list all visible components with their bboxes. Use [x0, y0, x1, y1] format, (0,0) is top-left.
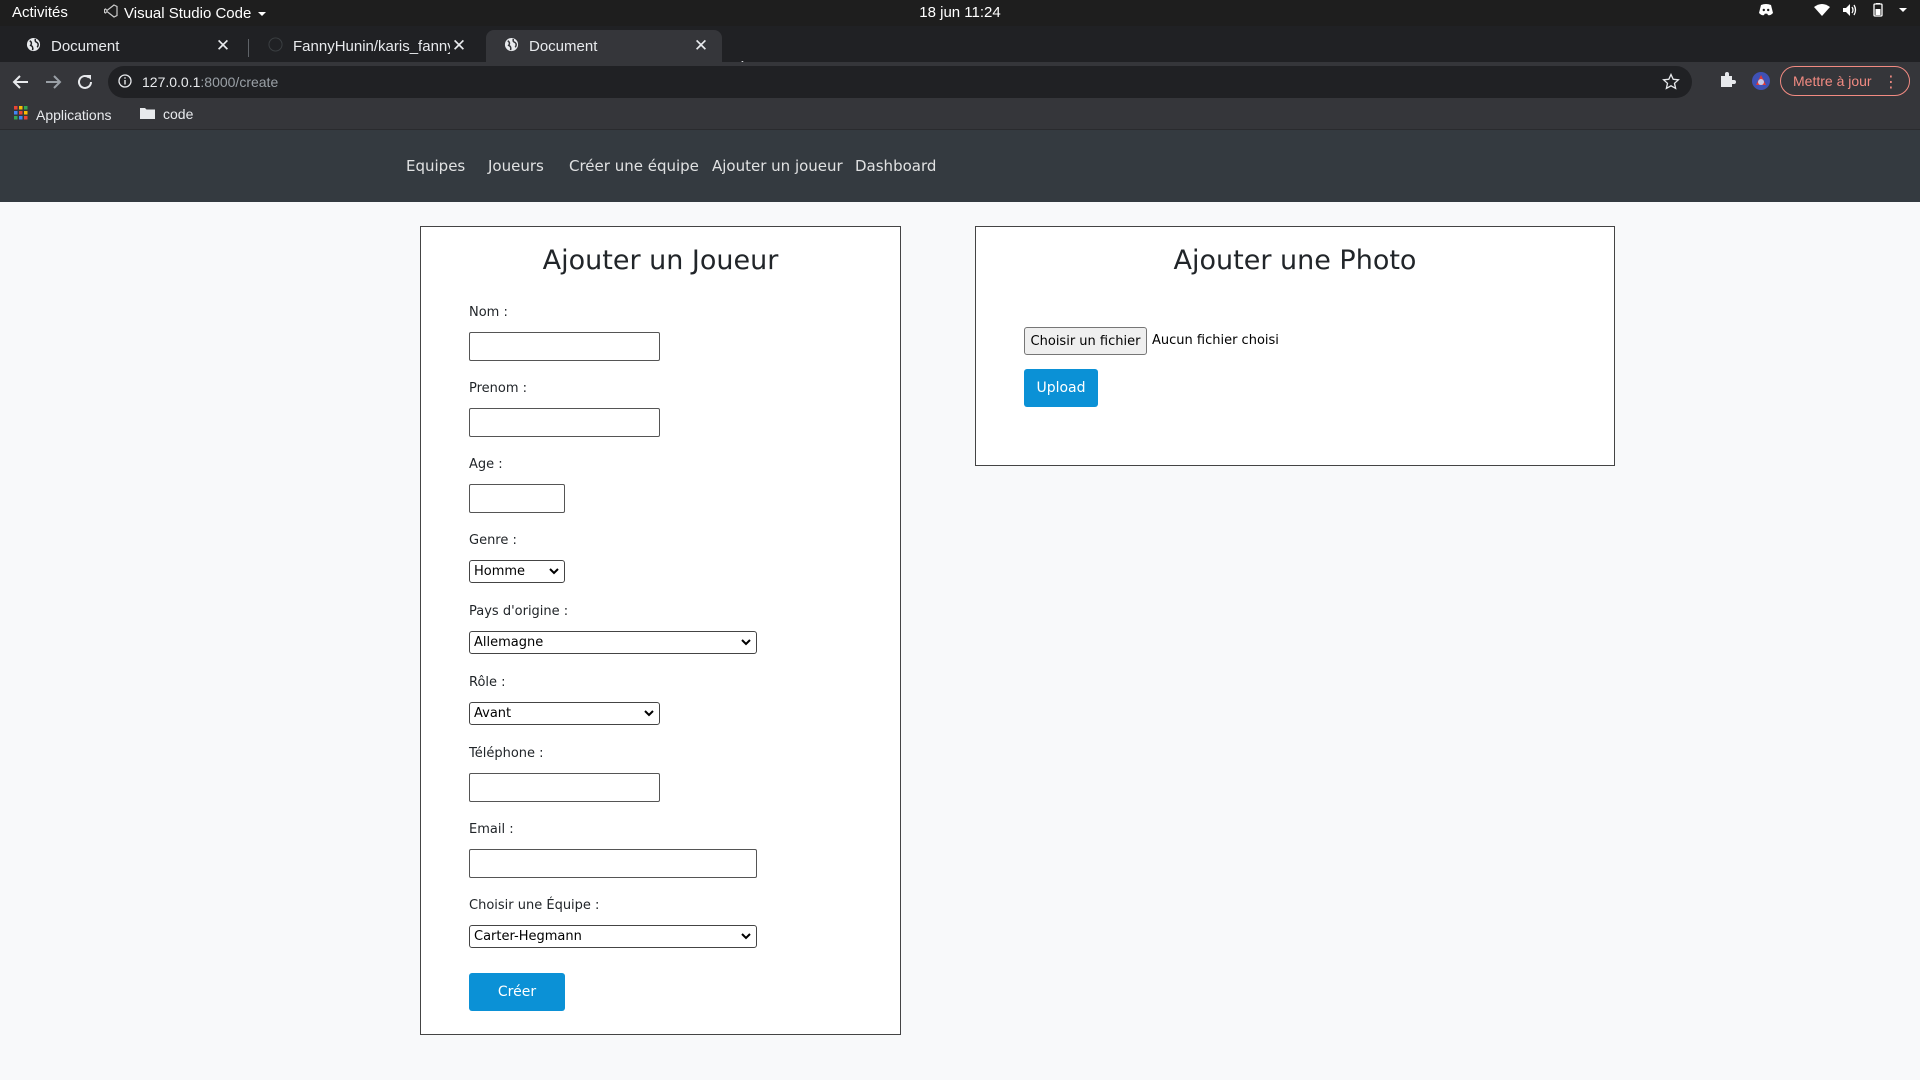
address-bar[interactable]: 127.0.0.1:8000/create: [108, 66, 1692, 98]
chevron-down-icon: [548, 565, 560, 581]
add-player-title: Ajouter un Joueur: [542, 245, 779, 276]
info-icon[interactable]: [118, 73, 132, 91]
tab-document-1[interactable]: Document ✕: [8, 30, 244, 62]
bookmark-label: Applications: [36, 106, 112, 123]
chevron-down-icon: [643, 707, 655, 723]
choose-file-button[interactable]: Choisir un fichier: [1024, 327, 1147, 355]
add-player-card: Ajouter un Joueur Nom : Prenom : Age : G…: [420, 226, 901, 1035]
age-label: Age :: [469, 457, 503, 472]
equipe-selected-value: Carter-Hegmann: [474, 929, 582, 944]
prenom-input[interactable]: [469, 408, 660, 437]
genre-selected-value: Homme: [474, 564, 526, 579]
telephone-input[interactable]: [469, 773, 660, 802]
create-player-button[interactable]: Créer: [469, 973, 565, 1011]
forward-arrow-icon[interactable]: [42, 71, 64, 93]
apps-grid-icon: [14, 106, 28, 123]
tab-title: Document: [529, 37, 598, 55]
email-input[interactable]: [469, 849, 757, 878]
battery-icon[interactable]: [1870, 3, 1886, 17]
close-icon[interactable]: ✕: [450, 36, 468, 56]
tab-title: FannyHunin/karis_fanny_: [293, 37, 450, 55]
profile-avatar-icon[interactable]: [1751, 71, 1771, 96]
pays-label: Pays d'origine :: [469, 604, 569, 619]
nav-link-equipes[interactable]: Equipes: [406, 157, 465, 175]
update-chrome-button[interactable]: Mettre à jour ⋮: [1780, 66, 1910, 96]
bookmark-star-icon[interactable]: [1662, 72, 1680, 94]
back-arrow-icon[interactable]: [10, 71, 32, 93]
equipe-select[interactable]: Carter-Hegmann: [469, 925, 757, 948]
reload-icon[interactable]: [74, 71, 96, 93]
system-tray[interactable]: [1758, 3, 1908, 17]
tab-title: Document: [51, 37, 120, 55]
chevron-down-icon: [740, 930, 752, 946]
nav-link-joueurs[interactable]: Joueurs: [488, 157, 544, 175]
url-host: 127.0.0.1: [142, 74, 201, 90]
close-icon[interactable]: ✕: [692, 36, 710, 56]
tab-document-active[interactable]: Document ✕: [486, 30, 722, 62]
tab-github[interactable]: FannyHunin/karis_fanny_ ✕: [250, 30, 480, 62]
github-icon: [268, 36, 283, 56]
add-photo-title: Ajouter une Photo: [1173, 245, 1417, 276]
role-label: Rôle :: [469, 675, 506, 690]
browser-toolbar: 127.0.0.1:8000/create Mettre à jour ⋮: [0, 62, 1920, 102]
genre-select[interactable]: Homme: [469, 560, 565, 583]
role-select[interactable]: Avant: [469, 702, 660, 725]
globe-icon: [26, 37, 41, 56]
pays-select[interactable]: Allemagne: [469, 631, 757, 654]
bookmarks-bar: Applications code: [0, 102, 1920, 130]
pays-selected-value: Allemagne: [474, 635, 544, 650]
system-top-bar: Activités Visual Studio Code 18 jun 11:2…: [0, 0, 1920, 26]
nav-link-ajouter-joueur[interactable]: Ajouter un joueur: [712, 157, 843, 175]
globe-icon: [504, 37, 519, 56]
role-selected-value: Avant: [474, 706, 512, 721]
update-label: Mettre à jour: [1793, 73, 1872, 89]
prenom-label: Prenom :: [469, 381, 528, 396]
nav-link-creer-equipe[interactable]: Créer une équipe: [569, 157, 699, 175]
genre-label: Genre :: [469, 533, 517, 548]
nom-input[interactable]: [469, 332, 660, 361]
nom-label: Nom :: [469, 305, 508, 320]
bookmark-applications[interactable]: Applications: [14, 106, 112, 123]
bookmark-code-folder[interactable]: code: [140, 106, 193, 122]
age-input[interactable]: [469, 484, 565, 513]
more-vert-icon[interactable]: ⋮: [1883, 72, 1899, 92]
telephone-label: Téléphone :: [469, 746, 544, 761]
close-icon[interactable]: ✕: [214, 36, 232, 56]
tab-strip: Document ✕ FannyHunin/karis_fanny_ ✕ Doc…: [0, 26, 1920, 78]
bookmark-label: code: [163, 106, 194, 122]
discord-icon[interactable]: [1758, 3, 1774, 17]
extensions-puzzle-icon[interactable]: [1718, 71, 1736, 94]
chevron-down-icon: [740, 636, 752, 652]
url-path: :8000/create: [200, 74, 279, 90]
email-label: Email :: [469, 822, 514, 837]
site-navbar: Equipes Joueurs Créer une équipe Ajouter…: [0, 130, 1920, 202]
upload-button[interactable]: Upload: [1024, 369, 1098, 407]
equipe-label: Choisir une Équipe :: [469, 898, 600, 913]
file-status-text: Aucun fichier choisi: [1152, 333, 1279, 348]
wifi-icon[interactable]: [1814, 3, 1830, 17]
volume-icon[interactable]: [1842, 3, 1858, 17]
add-photo-card: Ajouter une Photo Choisir un fichier Auc…: [975, 226, 1615, 466]
folder-icon: [140, 106, 155, 122]
nav-link-dashboard[interactable]: Dashboard: [855, 157, 936, 175]
clock[interactable]: 18 jun 11:24: [0, 4, 1920, 21]
power-menu-chevron-icon[interactable]: [1898, 6, 1908, 14]
